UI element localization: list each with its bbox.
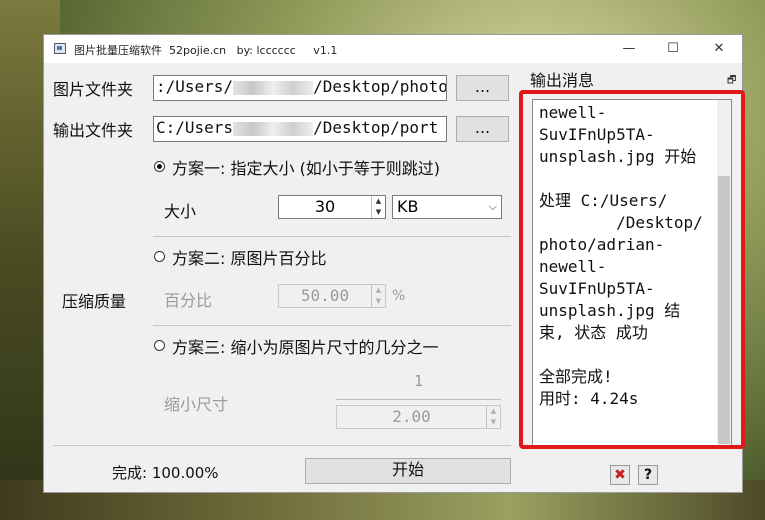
spin-up-icon[interactable]: ▲ — [487, 406, 500, 417]
help-icon: ? — [643, 467, 653, 483]
app-icon — [54, 43, 66, 54]
size-label: 大小 — [164, 202, 197, 221]
plan3-label[interactable]: 方案三: 缩小为原图片尺寸的几分之一 — [172, 334, 438, 358]
percent-sign: % — [392, 288, 406, 304]
unit-select[interactable]: KB ⌵ — [392, 195, 502, 219]
separator — [53, 445, 511, 446]
title-bar[interactable]: 图片批量压缩软件 52pojie.cn by: lcccccc v1.1 — ☐… — [44, 35, 742, 63]
fraction-line — [336, 399, 501, 400]
clear-icon: ✖ — [614, 467, 626, 483]
chevron-down-icon: ⌵ — [488, 200, 497, 213]
spin-down-icon[interactable]: ▼ — [487, 417, 500, 428]
spin-up-icon[interactable]: ▲ — [372, 196, 385, 207]
shrink-spin-arrows[interactable]: ▲ ▼ — [486, 406, 500, 428]
minimize-button[interactable]: — — [606, 38, 652, 60]
start-button[interactable]: 开始 — [305, 458, 511, 484]
input-folder-suffix: /Desktop/photo — [313, 77, 447, 96]
input-folder-browse-button[interactable]: ... — [456, 75, 509, 101]
spin-down-icon[interactable]: ▼ — [372, 296, 385, 307]
separator — [153, 236, 511, 237]
shrink-numerator: 1 — [414, 372, 424, 390]
input-folder-label: 图片文件夹 — [53, 80, 134, 99]
spin-up-icon[interactable]: ▲ — [372, 285, 385, 296]
shrink-denominator-spinbox[interactable]: 2.00 ▲ ▼ — [336, 405, 501, 429]
output-folder-field[interactable]: C:/Users/Desktop/port — [153, 116, 447, 142]
redacted-username — [233, 80, 314, 95]
output-folder-prefix: C:/Users — [156, 118, 234, 137]
app-window: 图片批量压缩软件 52pojie.cn by: lcccccc v1.1 — ☐… — [43, 34, 745, 493]
quality-label: 压缩质量 — [62, 292, 127, 311]
highlight-frame — [519, 90, 745, 449]
plan2-label[interactable]: 方案二: 原图片百分比 — [172, 245, 326, 269]
input-folder-prefix: :/Users/ — [156, 77, 234, 96]
percent-label: 百分比 — [164, 291, 213, 310]
unit-value: KB — [397, 197, 419, 216]
output-folder-browse-button[interactable]: ... — [456, 116, 509, 142]
percent-spinbox[interactable]: 50.00 ▲ ▼ — [278, 284, 386, 308]
size-spinbox[interactable]: 30 ▲ ▼ — [278, 195, 386, 219]
plan1-radio[interactable] — [154, 161, 165, 172]
plan2-radio[interactable] — [154, 251, 165, 262]
output-panel-title: 输出消息 — [530, 71, 595, 90]
shrink-denominator-value: 2.00 — [392, 407, 431, 426]
input-folder-field[interactable]: :/Users/ /Desktop/photo — [153, 75, 447, 101]
plan1-label[interactable]: 方案一: 指定大小 (如小于等于则跳过) — [172, 155, 440, 179]
percent-spin-arrows[interactable]: ▲ ▼ — [371, 285, 385, 307]
clear-log-button[interactable]: ✖ — [610, 465, 630, 485]
redacted-username — [233, 121, 314, 136]
spin-down-icon[interactable]: ▼ — [372, 207, 385, 218]
close-button[interactable]: ✕ — [696, 38, 742, 60]
plan3-radio[interactable] — [154, 340, 165, 351]
undock-icon[interactable]: 🗗 — [727, 73, 736, 90]
size-value: 30 — [314, 197, 336, 216]
maximize-button[interactable]: ☐ — [650, 38, 696, 60]
separator — [153, 325, 511, 326]
output-folder-label: 输出文件夹 — [53, 121, 134, 140]
shrink-label: 缩小尺寸 — [164, 395, 229, 414]
help-button[interactable]: ? — [638, 465, 658, 485]
output-folder-suffix: /Desktop/port — [313, 118, 439, 137]
progress-text: 完成: 100.00% — [112, 464, 219, 482]
size-spin-arrows[interactable]: ▲ ▼ — [371, 196, 385, 218]
percent-value: 50.00 — [300, 286, 350, 305]
window-title: 图片批量压缩软件 52pojie.cn by: lcccccc v1.1 — [74, 44, 338, 57]
